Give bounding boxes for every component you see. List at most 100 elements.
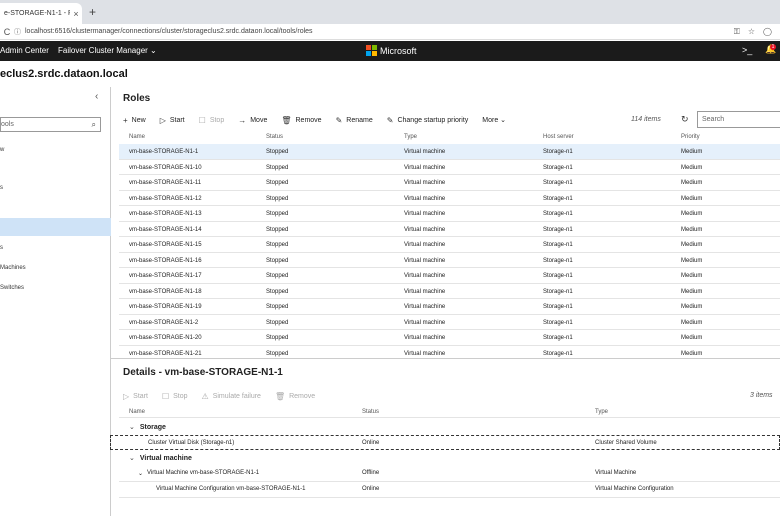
- move-label: Move: [250, 116, 268, 124]
- chevron-down-icon[interactable]: ⌄: [129, 455, 135, 462]
- browser-tab[interactable]: e-STORAGE-N1-1 - Roles ×: [0, 3, 82, 24]
- table-row[interactable]: vm-base-STORAGE-N1-12 Stopped Virtual mach…: [119, 191, 780, 206]
- chevron-down-icon[interactable]: ⌄: [138, 470, 143, 477]
- cell-type: Virtual machine: [404, 288, 446, 295]
- play-icon: ▷: [123, 391, 130, 401]
- sidebar-item-virtual-switches[interactable]: Switches: [0, 285, 24, 291]
- column-header-name[interactable]: Name: [129, 134, 145, 140]
- cell-status: Stopped: [266, 242, 289, 248]
- sidebar-item-virtual-machines[interactable]: Machines: [0, 265, 26, 271]
- close-icon[interactable]: ×: [70, 9, 82, 19]
- cell-name: vm-base-STORAGE-N1-13: [129, 211, 202, 217]
- cell-host-server: Storage-n1: [543, 257, 573, 264]
- details-row-type: Cluster Shared Volume: [595, 440, 657, 446]
- group-storage[interactable]: ⌄ Storage: [129, 423, 166, 431]
- new-tab-icon[interactable]: +: [89, 5, 96, 19]
- change-startup-priority-button[interactable]: ✎ Change startup priority: [387, 116, 469, 125]
- refresh-icon[interactable]: ↻: [681, 114, 689, 125]
- cell-host-server: Storage-n1: [543, 226, 573, 233]
- cell-name: vm-base-STORAGE-N1-12: [129, 195, 202, 202]
- table-row[interactable]: vm-base-STORAGE-N1-14 Stopped Virtual mach…: [119, 222, 780, 237]
- details-column-header-status[interactable]: Status: [362, 409, 379, 415]
- details-remove-button[interactable]: 🗑 Remove: [275, 392, 315, 401]
- cell-name: vm-base-STORAGE-N1-16: [129, 257, 202, 264]
- cell-name: vm-base-STORAGE-N1-10: [129, 164, 202, 171]
- table-row[interactable]: vm-base-STORAGE-N1-18 Stopped Virtual mach…: [119, 284, 780, 299]
- start-button[interactable]: ▷ Start: [160, 116, 185, 125]
- cell-status: Stopped: [266, 335, 289, 341]
- table-row[interactable]: vm-base-STORAGE-N1-1 Stopped Virtual machi…: [119, 144, 780, 160]
- new-button[interactable]: + New: [123, 116, 146, 125]
- table-row[interactable]: vm-base-STORAGE-N1-10 Stopped Virtual mach…: [119, 160, 780, 175]
- remove-button[interactable]: 🗑 Remove: [281, 116, 321, 125]
- tools-search-input[interactable]: ools ⌕: [0, 117, 101, 132]
- table-row[interactable]: vm-base-STORAGE-N1-21 Stopped Virtual mach…: [119, 346, 780, 359]
- chevron-down-icon[interactable]: ⌄: [129, 424, 135, 431]
- details-stop-label: Stop: [173, 392, 188, 400]
- table-row[interactable]: vm-base-STORAGE-N1-16 Stopped Virtual mach…: [119, 253, 780, 268]
- powershell-icon[interactable]: >_: [742, 45, 752, 55]
- table-row[interactable]: vm-base-STORAGE-N1-13 Stopped Virtual mach…: [119, 206, 780, 222]
- sidebar-item-roles-selected[interactable]: [0, 218, 111, 236]
- table-row[interactable]: vm-base-STORAGE-N1-19 Stopped Virtual mach…: [119, 299, 780, 315]
- column-header-priority[interactable]: Priority: [681, 134, 700, 140]
- more-button[interactable]: More ⌄: [482, 116, 506, 124]
- column-header-host-server[interactable]: Host server: [543, 134, 574, 140]
- tool-switcher[interactable]: Failover Cluster Manager ⌄: [58, 46, 157, 55]
- details-stop-button[interactable]: ☐ Stop: [162, 392, 188, 401]
- cell-status: Stopped: [266, 350, 289, 357]
- remove-label: Remove: [295, 116, 322, 124]
- cell-type: Virtual machine: [404, 350, 446, 357]
- roles-search-input[interactable]: Search: [697, 111, 780, 128]
- sidebar-item[interactable]: s: [0, 245, 3, 251]
- sidebar-item[interactable]: w: [0, 147, 4, 153]
- warning-icon: ⚠: [201, 391, 209, 401]
- details-row-storage[interactable]: Cluster Virtual Disk (Storage-n1) Online…: [110, 435, 780, 450]
- table-row[interactable]: vm-base-STORAGE-N1-15 Stopped Virtual mach…: [119, 237, 780, 253]
- table-row[interactable]: vm-base-STORAGE-N1-11 Stopped Virtual mach…: [119, 175, 780, 191]
- reload-icon[interactable]: C: [0, 27, 14, 37]
- group-virtual-machine[interactable]: ⌄ Virtual machine: [129, 454, 192, 462]
- details-row-vm-config[interactable]: Virtual Machine Configuration vm-base-ST…: [119, 482, 780, 497]
- table-row[interactable]: vm-base-STORAGE-N1-17 Stopped Virtual mach…: [119, 268, 780, 284]
- cell-name: vm-base-STORAGE-N1-15: [129, 242, 202, 248]
- search-icon[interactable]: ⌕: [92, 120, 96, 130]
- pane-splitter[interactable]: [111, 358, 780, 359]
- column-header-type[interactable]: Type: [404, 134, 417, 140]
- star-icon[interactable]: ☆: [748, 27, 755, 37]
- user-icon[interactable]: ◯: [763, 27, 772, 37]
- info-icon[interactable]: ⓘ: [14, 27, 21, 37]
- cell-priority: Medium: [681, 242, 703, 248]
- sidebar-item[interactable]: s: [0, 185, 3, 191]
- details-row-type: Virtual Machine Configuration: [595, 486, 674, 492]
- move-button[interactable]: → Move: [238, 116, 267, 125]
- cell-type: Virtual machine: [404, 242, 446, 248]
- details-toolbar: ▷ Start ☐ Stop ⚠ Simulate failure 🗑 Remove: [123, 390, 329, 402]
- details-item-count: 3 items: [750, 392, 773, 399]
- url-field[interactable]: localhost:6516/clustermanager/connection…: [25, 28, 734, 35]
- details-column-header-type[interactable]: Type: [595, 409, 608, 415]
- cell-type: Virtual machine: [404, 180, 446, 186]
- table-row[interactable]: vm-base-STORAGE-N1-20 Stopped Virtual mach…: [119, 330, 780, 346]
- cell-name: vm-base-STORAGE-N1-19: [129, 304, 202, 310]
- roles-toolbar: + New ▷ Start ☐ Stop → Move 🗑 Remove ✎ Rename …: [123, 114, 520, 126]
- divider: [119, 417, 780, 418]
- cell-host-server: Storage-n1: [543, 335, 573, 341]
- key-icon[interactable]: ⚿: [734, 27, 740, 37]
- details-row-vm[interactable]: ⌄ Virtual Machine vm-base-STORAGE-N1-1 O…: [119, 466, 780, 481]
- column-header-status[interactable]: Status: [266, 134, 283, 140]
- rename-label: Rename: [346, 116, 373, 124]
- rename-button[interactable]: ✎ Rename: [336, 116, 373, 125]
- trash-icon: 🗑: [281, 115, 292, 125]
- group-storage-label: Storage: [139, 424, 166, 431]
- simulate-failure-button[interactable]: ⚠ Simulate failure: [202, 392, 261, 401]
- details-column-header-name[interactable]: Name: [129, 409, 145, 415]
- details-row-name: Virtual Machine vm-base-STORAGE-N1-1: [147, 470, 260, 476]
- table-row[interactable]: vm-base-STORAGE-N1-2 Stopped Virtual machi…: [119, 315, 780, 330]
- cell-name: vm-base-STORAGE-N1-14: [129, 226, 202, 233]
- cell-status: Stopped: [266, 288, 289, 295]
- app-brand[interactable]: Admin Center: [0, 46, 49, 55]
- details-start-button[interactable]: ▷ Start: [123, 392, 148, 401]
- collapse-icon[interactable]: ‹: [95, 91, 98, 102]
- stop-button[interactable]: ☐ Stop: [199, 116, 225, 125]
